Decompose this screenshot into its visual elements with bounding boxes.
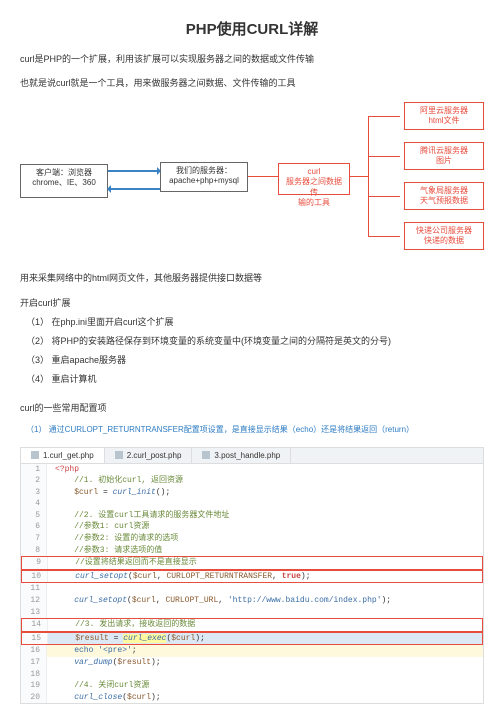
code-l14: //3. 发出请求，接收返回的数据 <box>56 620 195 629</box>
svc4-l2: 快递的数据 <box>411 236 477 246</box>
gutter: 2 <box>21 475 47 487</box>
client-l2: chrome、IE、360 <box>27 178 101 188</box>
gutter: 19 <box>21 680 47 692</box>
gutter: 17 <box>21 657 47 669</box>
tab-1-label: 1.curl_get.php <box>43 451 94 460</box>
server-box: 我们的服务器： apache+php+mysql <box>160 162 248 192</box>
code-l9: //设置将结果返回而不是直接显示 <box>56 558 197 567</box>
tab-3-label: 3.post_handle.php <box>214 451 280 460</box>
line <box>350 176 368 177</box>
curl-l3: 输的工具 <box>285 198 343 208</box>
code-l6: //参数1: curl资源 <box>55 522 149 531</box>
code-l5: //2. 设置curl工具请求的服务器文件地址 <box>55 511 229 520</box>
step-4: （4） 重启计算机 <box>26 372 484 385</box>
para-collect: 用来采集网络中的html网页文件，其他服务器提供接口数据等 <box>20 272 484 286</box>
client-box: 客户端：浏览器 chrome、IE、360 <box>20 164 108 198</box>
line <box>248 176 278 177</box>
step-3: （3） 重启apache服务器 <box>26 353 484 366</box>
gutter: 18 <box>21 669 47 681</box>
line <box>368 156 400 157</box>
code-l2: //1. 初始化curl, 返回资源 <box>55 476 183 485</box>
enable-title: 开启curl扩展 <box>20 296 484 309</box>
file-icon <box>115 451 123 459</box>
client-l1: 客户端：浏览器 <box>27 168 101 178</box>
svc3-l2: 天气预报数据 <box>411 196 477 206</box>
gutter: 6 <box>21 521 47 533</box>
gutter: 3 <box>21 487 47 499</box>
code-editor: 1 <?php 2 //1. 初始化curl, 返回资源 3 $curl = cu… <box>20 463 484 705</box>
svc-tencent: 腾讯云服务器 图片 <box>404 142 484 170</box>
intro-2: 也就是说curl就是一个工具，用来做服务器之间数据、文件传输的工具 <box>20 77 484 91</box>
config-item-1: （1） 通过CURLOPT_RETURNTRANSFER配置项设置，是直接显示结… <box>26 424 484 435</box>
server-l1: 我们的服务器： <box>167 166 241 176</box>
file-icon <box>202 451 210 459</box>
gutter: 7 <box>21 533 47 545</box>
architecture-diagram: 客户端：浏览器 chrome、IE、360 我们的服务器： apache+php… <box>20 102 484 252</box>
gutter: 9 <box>22 557 48 569</box>
page-title: PHP使用CURL详解 <box>20 18 484 39</box>
curl-box: curl 服务器之间数据传 输的工具 <box>278 163 350 195</box>
arrow-left <box>108 188 160 190</box>
gutter: 8 <box>21 545 47 557</box>
code-l12: curl_setopt($curl, CURLOPT_URL, 'http://… <box>47 595 483 607</box>
config-title: curl的一些常用配置项 <box>20 401 484 414</box>
line <box>368 236 400 237</box>
gutter: 5 <box>21 510 47 522</box>
curl-l1: curl <box>285 167 343 177</box>
code-l16: echo '<pre>'; <box>47 645 483 657</box>
svc2-l1: 腾讯云服务器 <box>411 146 477 156</box>
file-icon <box>31 451 39 459</box>
code-l3: $curl = curl_init(); <box>47 487 483 499</box>
code-l13 <box>47 607 483 619</box>
intro-1: curl是PHP的一个扩展，利用该扩展可以实现服务器之间的数据或文件传输 <box>20 53 484 67</box>
code-l1: <?php <box>55 465 79 474</box>
gutter: 16 <box>21 645 47 657</box>
gutter: 20 <box>21 692 47 704</box>
line <box>368 196 400 197</box>
code-l17: var_dump($result); <box>47 657 483 669</box>
line <box>368 116 400 117</box>
gutter: 1 <box>21 464 47 476</box>
code-l19: //4. 关闭curl资源 <box>55 681 149 690</box>
code-l4 <box>47 498 483 510</box>
tab-2[interactable]: 2.curl_post.php <box>105 448 193 463</box>
code-l10: curl_setopt($curl, CURLOPT_RETURNTRANSFE… <box>48 571 482 583</box>
gutter: 10 <box>22 571 48 583</box>
code-l11 <box>47 583 483 595</box>
gutter: 14 <box>22 619 48 631</box>
code-l15: $result = curl_exec($curl); <box>48 633 482 645</box>
svc-express: 快递公司服务器 快递的数据 <box>404 222 484 250</box>
gutter: 13 <box>21 607 47 619</box>
line <box>368 116 369 236</box>
tab-1[interactable]: 1.curl_get.php <box>21 448 105 463</box>
code-l8: //参数3: 请求选项的值 <box>55 546 162 555</box>
curl-l2: 服务器之间数据传 <box>285 177 343 198</box>
code-l7: //参数2: 设置的请求的选项 <box>55 534 178 543</box>
svc-ali: 阿里云服务器 html文件 <box>404 102 484 130</box>
tab-2-label: 2.curl_post.php <box>127 451 182 460</box>
svc-weather: 气象局服务器 天气预报数据 <box>404 182 484 210</box>
svc3-l1: 气象局服务器 <box>411 186 477 196</box>
tab-3[interactable]: 3.post_handle.php <box>192 448 291 463</box>
step-1: （1） 在php.ini里面开启curl这个扩展 <box>26 315 484 328</box>
svc4-l1: 快递公司服务器 <box>411 226 477 236</box>
svc1-l1: 阿里云服务器 <box>411 106 477 116</box>
svc2-l2: 图片 <box>411 156 477 166</box>
editor-tabs: 1.curl_get.php 2.curl_post.php 3.post_ha… <box>20 447 484 463</box>
server-l2: apache+php+mysql <box>167 176 241 186</box>
code-l18 <box>47 669 483 681</box>
step-2: （2） 将PHP的安装路径保存到环境变量的系统变量中(环境变量之间的分隔符是英文… <box>26 334 484 347</box>
gutter: 12 <box>21 595 47 607</box>
gutter: 15 <box>22 633 48 645</box>
code-l20: curl_close($curl); <box>47 692 483 704</box>
gutter: 4 <box>21 498 47 510</box>
svc1-l2: html文件 <box>411 116 477 126</box>
arrow-right <box>108 170 160 172</box>
gutter: 11 <box>21 583 47 595</box>
